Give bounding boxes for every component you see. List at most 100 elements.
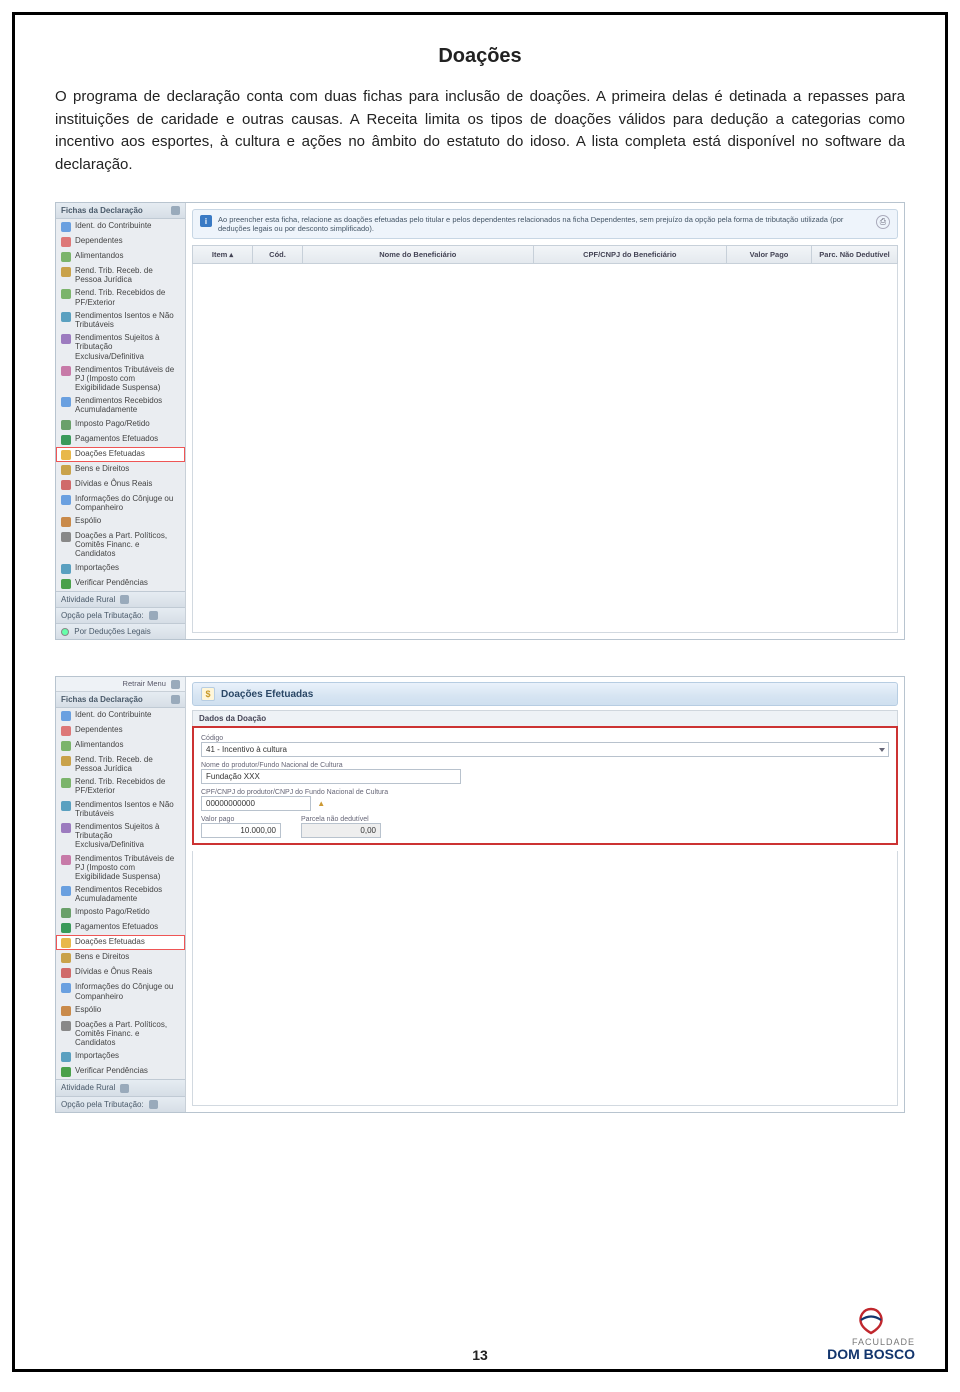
sidebar-item-label: Rend. Trib. Receb. de Pessoa Jurídica [75,266,180,284]
sidebar-item-icon [61,397,71,407]
sidebar-item-label: Doações Efetuadas [75,937,145,946]
collapse-icon[interactable] [171,206,180,215]
sidebar-item-2[interactable]: Alimentandos [56,738,185,753]
sidebar-item-label: Rend. Trib. Recebidos de PF/Exterior [75,777,180,795]
sidebar-item-12[interactable]: Bens e Direitos [56,950,185,965]
sidebar-item-label: Rendimentos Isentos e Não Tributáveis [75,800,180,818]
info-icon: i [200,215,212,227]
col-cod[interactable]: Cód. [253,246,303,263]
sidebar-footer-rural[interactable]: Atividade Rural [56,1079,185,1095]
logo-icon [827,1307,915,1335]
sidebar-footer-opcao: Opção pela Tributação: [56,607,185,623]
sidebar-item-18[interactable]: Verificar Pendências [56,1064,185,1079]
sidebar-item-label: Rendimentos Recebidos Acumuladamente [75,885,180,903]
sidebar-item-label: Ident. do Contribuinte [75,221,152,230]
sidebar-item-label: Verificar Pendências [75,578,148,587]
sidebar-item-icon [61,532,71,542]
sidebar-item-9[interactable]: Imposto Pago/Retido [56,417,185,432]
sidebar-item-icon [61,953,71,963]
sidebar-item-0[interactable]: Ident. do Contribuinte [56,219,185,234]
sidebar-item-4[interactable]: Rend. Trib. Recebidos de PF/Exterior [56,286,185,308]
sidebar-item-9[interactable]: Imposto Pago/Retido [56,905,185,920]
sidebar-item-icon [61,1006,71,1016]
form-section-header: Dados da Doação [192,710,898,726]
sidebar-item-6[interactable]: Rendimentos Sujeitos à Tributação Exclus… [56,331,185,363]
sidebar-item-1[interactable]: Dependentes [56,234,185,249]
input-valor-pago[interactable]: 10.000,00 [201,823,281,838]
sidebar-item-8[interactable]: Rendimentos Recebidos Acumuladamente [56,883,185,905]
sidebar-item-17[interactable]: Importações [56,1049,185,1064]
collapse-icon[interactable] [171,695,180,704]
page-title: Doações [55,45,905,68]
sidebar-item-icon [61,1067,71,1077]
sidebar-item-label: Espólio [75,516,101,525]
sidebar-item-label: Rendimentos Recebidos Acumuladamente [75,396,180,414]
sidebar-item-7[interactable]: Rendimentos Tributáveis de PJ (Imposto c… [56,363,185,395]
sidebar-item-13[interactable]: Dívidas e Ônus Reais [56,477,185,492]
retrair-menu[interactable]: Retrair Menu [56,677,185,692]
sidebar-item-label: Imposto Pago/Retido [75,907,150,916]
sidebar-item-label: Informações do Cônjuge ou Companheiro [75,982,180,1000]
sidebar-footer-deducoes[interactable]: Por Deduções Legais [56,623,185,639]
input-nome-produtor[interactable]: Fundação XXX [201,769,461,784]
sidebar-item-5[interactable]: Rendimentos Isentos e Não Tributáveis [56,309,185,331]
sidebar-item-icon [61,435,71,445]
sidebar-item-label: Informações do Cônjuge ou Companheiro [75,494,180,512]
sidebar: Fichas da Declaração Ident. do Contribui… [56,203,186,639]
sidebar-item-15[interactable]: Espólio [56,514,185,529]
radio-selected-icon [61,628,69,636]
table-header: Item ▴ Cód. Nome do Beneficiário CPF/CNP… [192,245,898,264]
sidebar-footer-rural[interactable]: Atividade Rural [56,591,185,607]
select-codigo[interactable]: 41 - Incentivo à cultura [201,742,889,757]
sidebar-item-18[interactable]: Verificar Pendências [56,576,185,591]
sidebar-item-icon [61,222,71,232]
sidebar-item-label: Importações [75,563,119,572]
chevron-down-icon [120,595,129,604]
sidebar-item-1[interactable]: Dependentes [56,723,185,738]
sidebar-item-7[interactable]: Rendimentos Tributáveis de PJ (Imposto c… [56,852,185,884]
sidebar-item-label: Doações a Part. Políticos, Comitês Finan… [75,1020,180,1048]
sidebar-item-11[interactable]: Doações Efetuadas [56,447,185,462]
sidebar-item-12[interactable]: Bens e Direitos [56,462,185,477]
sidebar-item-2[interactable]: Alimentandos [56,249,185,264]
sidebar-item-14[interactable]: Informações do Cônjuge ou Companheiro [56,980,185,1002]
sidebar-item-15[interactable]: Espólio [56,1003,185,1018]
sidebar-item-label: Rendimentos Sujeitos à Tributação Exclus… [75,822,180,850]
col-nome[interactable]: Nome do Beneficiário [303,246,534,263]
search-icon[interactable] [149,1100,158,1109]
logo-text-bottom: DOM BOSCO [827,1347,915,1361]
sidebar-item-3[interactable]: Rend. Trib. Receb. de Pessoa Jurídica [56,264,185,286]
main-area: $ Doações Efetuadas Dados da Doação Códi… [186,677,904,1112]
sidebar-item-6[interactable]: Rendimentos Sujeitos à Tributação Exclus… [56,820,185,852]
sidebar-item-11[interactable]: Doações Efetuadas [56,935,185,950]
input-cpf-cnpj[interactable]: 00000000000 [201,796,311,811]
sidebar-item-icon [61,726,71,736]
sidebar-item-16[interactable]: Doações a Part. Políticos, Comitês Finan… [56,1018,185,1050]
sidebar-item-icon [61,886,71,896]
sidebar-item-16[interactable]: Doações a Part. Políticos, Comitês Finan… [56,529,185,561]
sidebar-item-17[interactable]: Importações [56,561,185,576]
sidebar-item-label: Verificar Pendências [75,1066,148,1075]
col-cpf[interactable]: CPF/CNPJ do Beneficiário [534,246,727,263]
info-text: Ao preencher esta ficha, relacione as do… [218,215,870,233]
col-valor[interactable]: Valor Pago [727,246,812,263]
sidebar-item-3[interactable]: Rend. Trib. Receb. de Pessoa Jurídica [56,753,185,775]
sidebar-item-label: Rendimentos Sujeitos à Tributação Exclus… [75,333,180,361]
col-parc[interactable]: Parc. Não Dedutível [812,246,897,263]
sidebar-item-8[interactable]: Rendimentos Recebidos Acumuladamente [56,394,185,416]
sidebar-item-0[interactable]: Ident. do Contribuinte [56,708,185,723]
sidebar-item-10[interactable]: Pagamentos Efetuados [56,920,185,935]
search-icon[interactable] [149,611,158,620]
sidebar-item-icon [61,450,71,460]
sidebar-item-icon [61,517,71,527]
sidebar-item-13[interactable]: Dívidas e Ônus Reais [56,965,185,980]
sidebar-item-10[interactable]: Pagamentos Efetuados [56,432,185,447]
sidebar-item-label: Importações [75,1051,119,1060]
col-item[interactable]: Item ▴ [193,246,253,263]
print-icon[interactable]: ⎙ [876,215,890,229]
sidebar-item-4[interactable]: Rend. Trib. Recebidos de PF/Exterior [56,775,185,797]
sidebar-item-14[interactable]: Informações do Cônjuge ou Companheiro [56,492,185,514]
sidebar-item-icon [61,1021,71,1031]
sidebar-item-label: Rend. Trib. Recebidos de PF/Exterior [75,288,180,306]
sidebar-item-5[interactable]: Rendimentos Isentos e Não Tributáveis [56,798,185,820]
